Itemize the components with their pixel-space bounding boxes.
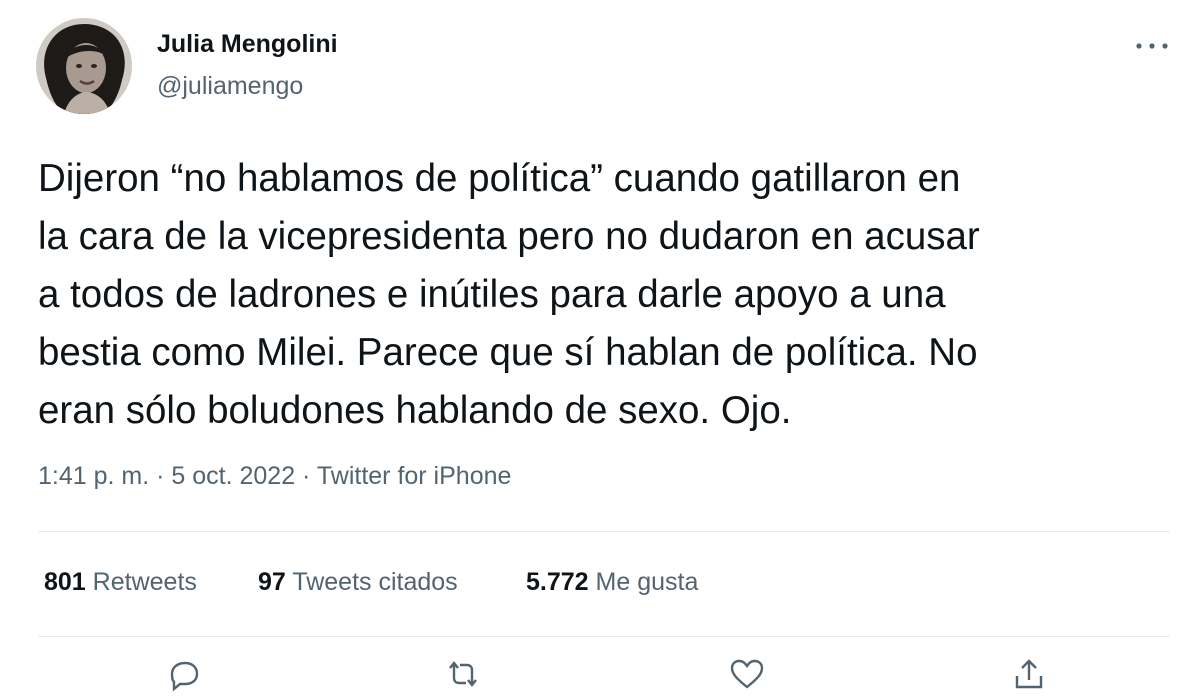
reply-icon[interactable] bbox=[158, 654, 208, 694]
divider bbox=[38, 636, 1170, 637]
avatar[interactable] bbox=[36, 18, 132, 114]
tweet-text-line: bestia como Milei. Parece que sí hablan … bbox=[38, 331, 978, 374]
tweet-source[interactable]: Twitter for iPhone bbox=[317, 462, 512, 490]
likes-stat[interactable]: 5.772 Me gusta bbox=[526, 568, 698, 597]
quotes-count: 97 bbox=[258, 568, 286, 596]
tweet-meta: 1:41 p. m. · 5 oct. 2022 · Twitter for i… bbox=[38, 462, 511, 491]
tweet-time[interactable]: 1:41 p. m. bbox=[38, 462, 149, 490]
user-name[interactable]: Julia Mengolini bbox=[157, 30, 338, 59]
meta-separator: · bbox=[149, 462, 172, 490]
tweet-text-line: Dijeron “no hablamos de política” cuando… bbox=[38, 157, 961, 200]
tweet-text-line: a todos de ladrones e inútiles para darl… bbox=[38, 273, 946, 316]
avatar-image bbox=[36, 18, 132, 114]
tweet-date[interactable]: 5 oct. 2022 bbox=[171, 462, 295, 490]
divider bbox=[38, 531, 1170, 532]
tweet-text-line: eran sólo boludones hablando de sexo. Oj… bbox=[38, 389, 792, 432]
tweet-card: Julia Mengolini @juliamengo Dijeron “no … bbox=[0, 0, 1200, 692]
quotes-label: Tweets citados bbox=[292, 568, 458, 596]
retweet-icon[interactable] bbox=[438, 654, 488, 694]
retweets-count: 801 bbox=[44, 568, 86, 596]
likes-label: Me gusta bbox=[595, 568, 699, 596]
share-icon[interactable] bbox=[1004, 654, 1054, 694]
tweet-text: Dijeron “no hablamos de política” cuando… bbox=[38, 150, 1178, 440]
like-icon[interactable] bbox=[722, 654, 772, 694]
tweet-text-line: la cara de la vicepresidenta pero no dud… bbox=[38, 215, 980, 258]
meta-separator: · bbox=[295, 462, 317, 490]
retweets-label: Retweets bbox=[92, 568, 197, 596]
more-dots-icon[interactable] bbox=[1130, 30, 1174, 60]
quotes-stat[interactable]: 97 Tweets citados bbox=[258, 568, 458, 597]
user-handle[interactable]: @juliamengo bbox=[157, 72, 303, 101]
likes-count: 5.772 bbox=[526, 568, 589, 596]
retweets-stat[interactable]: 801 Retweets bbox=[44, 568, 197, 597]
